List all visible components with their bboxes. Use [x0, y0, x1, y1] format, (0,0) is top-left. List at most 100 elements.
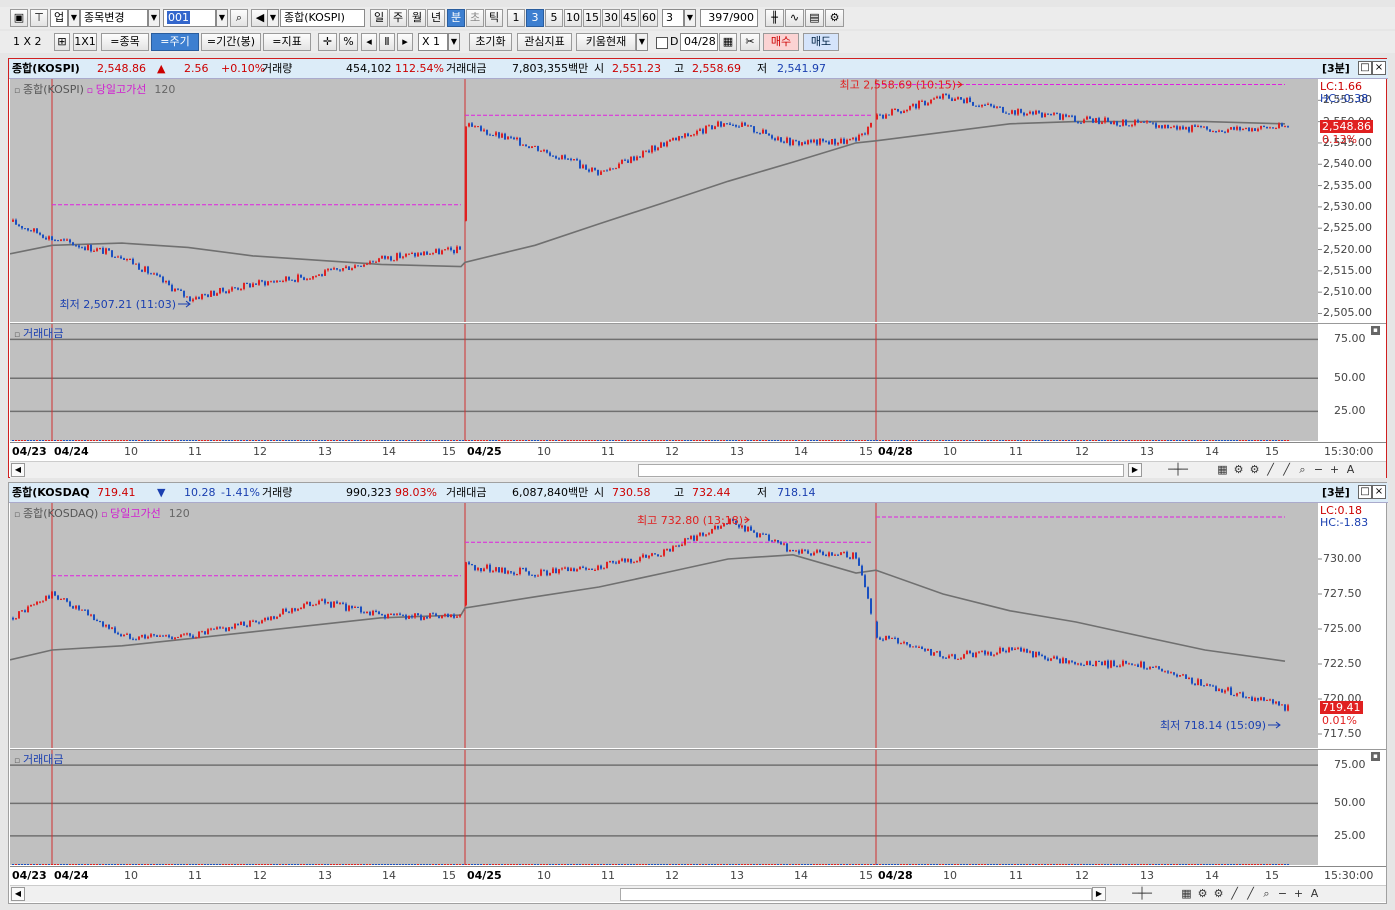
gear-icon[interactable]: ⚙: [1212, 887, 1225, 901]
kiwoom-current-button[interactable]: 키움현재: [576, 33, 636, 51]
crosshair-icon[interactable]: ✛: [318, 33, 337, 51]
chart-type-icon[interactable]: ▦: [1216, 463, 1229, 477]
scissors-icon[interactable]: ✂: [740, 33, 760, 51]
search-icon[interactable]: ⌕: [1296, 463, 1309, 477]
zoom-slider-icon[interactable]: ─┼─: [1143, 463, 1213, 477]
candle-body: [15, 618, 17, 620]
buy-button[interactable]: 매수: [763, 33, 799, 51]
period-minute-button[interactable]: 분: [447, 9, 465, 27]
draw2-icon[interactable]: ╱: [1244, 887, 1257, 901]
interest-indicator-button[interactable]: 관심지표: [517, 33, 572, 51]
interval-input[interactable]: 3: [662, 9, 684, 27]
plus-icon[interactable]: +: [1292, 887, 1305, 901]
maximize-icon[interactable]: □: [1358, 61, 1372, 75]
link-cycle-button[interactable]: =주기: [151, 33, 199, 51]
scroll-right-icon[interactable]: ▶: [1128, 463, 1142, 477]
link-indicator-button[interactable]: =지표: [263, 33, 311, 51]
candle-icon[interactable]: ╫: [765, 9, 784, 27]
next-icon[interactable]: ▸: [397, 33, 413, 51]
prev-icon[interactable]: ◂: [361, 33, 377, 51]
amount-chart-area[interactable]: [10, 749, 1318, 865]
settings-icon[interactable]: ⚙: [1196, 887, 1209, 901]
calendar-icon[interactable]: ▦: [719, 33, 737, 51]
period-day-button[interactable]: 일: [370, 9, 388, 27]
gear-icon[interactable]: ⚙: [1248, 463, 1261, 477]
horizontal-scrollbar[interactable]: ◀ ▶ ─┼─ ▦ ⚙ ⚙ ╱ ╱ ⌕ − + A: [10, 885, 1386, 902]
legend-box-icon: ▫: [14, 510, 23, 520]
candle-body: [1266, 126, 1268, 129]
amount-bar: [375, 864, 377, 865]
draw-icon[interactable]: ╱: [1228, 887, 1241, 901]
link-period-button[interactable]: =기간(봉): [201, 33, 261, 51]
sell-button[interactable]: 매도: [803, 33, 839, 51]
draw-icon[interactable]: ╱: [1264, 463, 1277, 477]
candle-body: [915, 104, 917, 109]
zoom-slider-icon[interactable]: ─┼─: [1107, 887, 1177, 901]
horizontal-scrollbar[interactable]: ◀ ▶ ─┼─ ▦ ⚙ ⚙ ╱ ╱ ⌕ − + A: [10, 461, 1386, 478]
interval-30-button[interactable]: 30: [602, 9, 620, 27]
candle-body: [642, 151, 644, 158]
search-icon[interactable]: ⌕: [1260, 887, 1273, 901]
interval-45-button[interactable]: 45: [621, 9, 639, 27]
interval-1-button[interactable]: 1: [507, 9, 525, 27]
scroll-left-icon[interactable]: ◀: [11, 887, 25, 901]
period-second-button[interactable]: 초: [466, 9, 484, 27]
stock-change-select[interactable]: 종목변경: [80, 9, 148, 27]
grid-icon[interactable]: ⊞: [54, 33, 70, 51]
pane-toggle-icon[interactable]: ▪: [1371, 752, 1380, 761]
price-chart-area[interactable]: 최고 2,558.69 (10:15) 최저 2,507.21 (11:03): [10, 79, 1318, 322]
gear-icon[interactable]: ⚙: [825, 9, 844, 27]
scroll-thumb[interactable]: [620, 888, 1092, 901]
link-stock-button[interactable]: =종목: [101, 33, 149, 51]
interval-3-button[interactable]: 3: [526, 9, 544, 27]
code-input[interactable]: 001: [163, 9, 216, 27]
layout-label[interactable]: 1 X 2: [13, 33, 42, 51]
amount-chart-area[interactable]: [10, 323, 1318, 441]
text-icon[interactable]: A: [1344, 463, 1357, 477]
period-month-button[interactable]: 월: [408, 9, 426, 27]
interval-5-button[interactable]: 5: [545, 9, 563, 27]
interval-10-button[interactable]: 10: [564, 9, 582, 27]
chart-type-icon[interactable]: ▦: [1180, 887, 1193, 901]
scroll-thumb[interactable]: [638, 464, 1124, 477]
line-chart-icon[interactable]: ∿: [785, 9, 804, 27]
pause-icon[interactable]: Ⅱ: [379, 33, 395, 51]
scroll-left-icon[interactable]: ◀: [11, 463, 25, 477]
pane-toggle-icon[interactable]: ▪: [1371, 326, 1380, 335]
percent-button[interactable]: %: [339, 33, 358, 51]
date-input[interactable]: 04/28: [680, 33, 718, 51]
zoom-select[interactable]: X 1: [418, 33, 448, 51]
market-select[interactable]: 업: [50, 9, 68, 27]
plus-icon[interactable]: +: [1328, 463, 1341, 477]
interval-60-button[interactable]: 60: [640, 9, 658, 27]
code-dropdown-icon[interactable]: ▼: [216, 9, 228, 27]
window-icon-button[interactable]: ▣: [10, 9, 28, 27]
price-chart-area[interactable]: 최고 732.80 (13:18) 최저 718.14 (15:09): [10, 503, 1318, 748]
period-week-button[interactable]: 주: [389, 9, 407, 27]
layout-1x1-button[interactable]: 1X1: [73, 33, 97, 51]
zoom-dropdown-icon[interactable]: ▼: [448, 33, 460, 51]
period-year-button[interactable]: 년: [427, 9, 445, 27]
maximize-icon[interactable]: □: [1358, 485, 1372, 499]
stock-change-dropdown-icon[interactable]: ▼: [148, 9, 160, 27]
text-icon[interactable]: A: [1308, 887, 1321, 901]
date-checkbox[interactable]: [656, 37, 668, 49]
reset-button[interactable]: 초기화: [469, 33, 512, 51]
draw2-icon[interactable]: ╱: [1280, 463, 1293, 477]
pin-icon-button[interactable]: ⊤: [30, 9, 48, 27]
market-dropdown-icon[interactable]: ▼: [68, 9, 80, 27]
close-icon[interactable]: ×: [1372, 485, 1386, 499]
speaker-dropdown-icon[interactable]: ▼: [267, 9, 279, 27]
interval-dropdown-icon[interactable]: ▼: [684, 9, 696, 27]
interval-15-button[interactable]: 15: [583, 9, 601, 27]
save-icon[interactable]: ▤: [805, 9, 824, 27]
minus-icon[interactable]: −: [1276, 887, 1289, 901]
period-tick-button[interactable]: 틱: [485, 9, 503, 27]
minus-icon[interactable]: −: [1312, 463, 1325, 477]
kiwoom-dropdown-icon[interactable]: ▼: [636, 33, 648, 51]
settings-icon[interactable]: ⚙: [1232, 463, 1245, 477]
bar-count-field[interactable]: 397/900: [700, 9, 758, 27]
close-icon[interactable]: ×: [1372, 61, 1386, 75]
scroll-right-icon[interactable]: ▶: [1092, 887, 1106, 901]
search-icon[interactable]: ⌕: [230, 9, 248, 27]
